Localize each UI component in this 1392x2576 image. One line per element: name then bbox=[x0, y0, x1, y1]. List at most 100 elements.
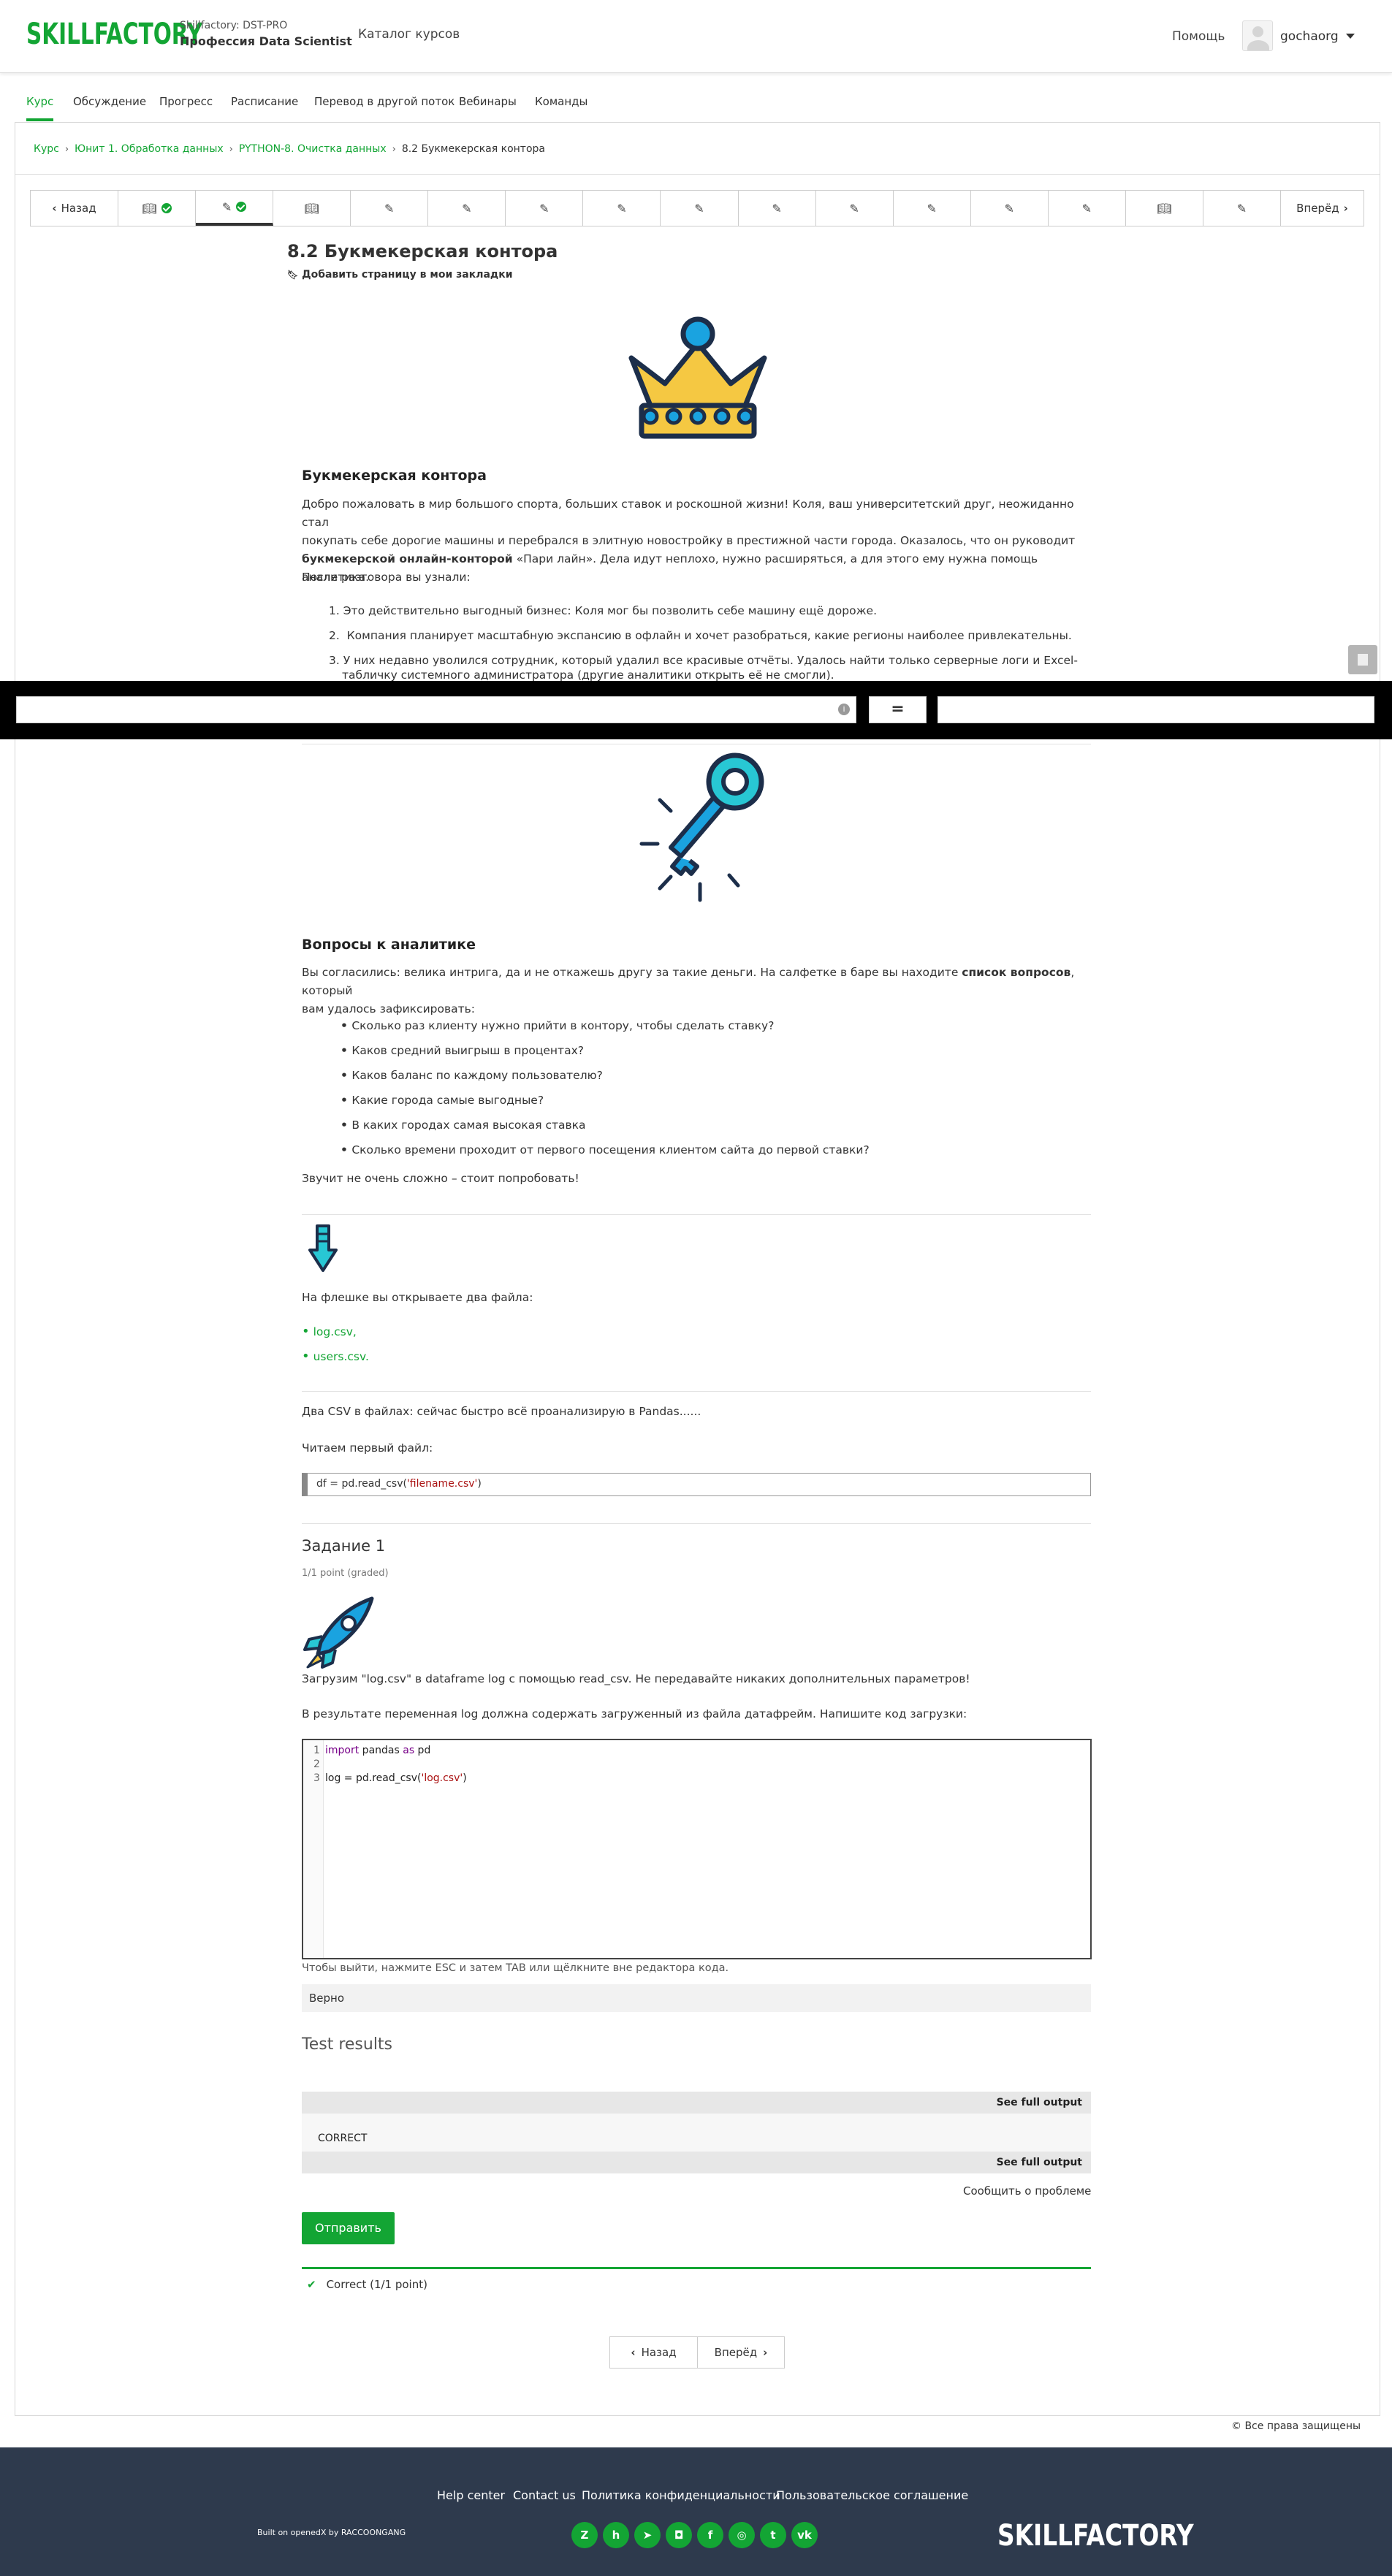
intro-bold: букмекерской онлайн-конторой bbox=[302, 552, 513, 565]
sequence-unit-button[interactable]: ✎ bbox=[428, 191, 506, 226]
chat-icon[interactable]: ◘ bbox=[666, 2522, 692, 2548]
list-item: • Какие города самые выгодные? bbox=[341, 1094, 544, 1107]
chevron-left-icon: ‹ bbox=[52, 202, 57, 215]
finding-text: Компания планирует масштабную экспансию … bbox=[346, 629, 1072, 642]
twitter-icon[interactable]: t bbox=[760, 2522, 786, 2548]
edit-icon: ✎ bbox=[1081, 201, 1092, 216]
file-link-log[interactable]: log.csv, bbox=[313, 1325, 357, 1338]
sequence-next-button[interactable]: Вперёд › bbox=[1281, 191, 1364, 226]
telegram-icon[interactable]: ➤ bbox=[634, 2522, 661, 2548]
tab-transfer[interactable]: Перевод в другой поток bbox=[314, 80, 455, 121]
equals-button[interactable]: = bbox=[869, 696, 927, 723]
edit-icon: ✎ bbox=[927, 201, 937, 216]
code-token: as bbox=[403, 1745, 415, 1756]
code-token: import bbox=[325, 1745, 360, 1756]
code-token: pandas bbox=[359, 1745, 403, 1756]
tab-progress[interactable]: Прогресс bbox=[159, 80, 213, 121]
see-full-output-button[interactable]: See full output bbox=[302, 2092, 1091, 2114]
page-title: 8.2 Букмекерская контора bbox=[287, 241, 558, 262]
pager-prev-button[interactable]: ‹ Назад bbox=[610, 2337, 698, 2368]
bookmark-label: Добавить страницу в мои закладки bbox=[302, 269, 513, 281]
report-problem-link[interactable]: Сообщить о проблеме bbox=[963, 2184, 1091, 2198]
sequence-unit-button[interactable]: ✎ bbox=[351, 191, 429, 226]
footer-privacy[interactable]: Политика конфиденциальности bbox=[582, 2488, 780, 2502]
breadcrumb: Курс › Юнит 1. Обработка данных › PYTHON-8. … bbox=[34, 143, 545, 155]
skillfactory-logo[interactable]: SKILLFACTORY bbox=[26, 18, 202, 51]
footer-terms[interactable]: Пользовательское соглашение bbox=[776, 2488, 968, 2502]
pager-next-button[interactable]: Вперёд › bbox=[698, 2337, 784, 2368]
questions-bold: список вопросов bbox=[962, 966, 1071, 979]
avatar[interactable] bbox=[1242, 20, 1273, 51]
sequence-unit-button[interactable]: ✎ bbox=[816, 191, 894, 226]
verdict-message: Верно bbox=[302, 1984, 1091, 2012]
file-link-users[interactable]: users.csv. bbox=[313, 1350, 369, 1363]
code-editor[interactable]: 1 import pandas as pd 2 3 log = pd.read_csv(… bbox=[302, 1739, 1092, 1959]
info-icon[interactable]: i bbox=[838, 704, 850, 715]
instagram-icon[interactable]: ◎ bbox=[729, 2522, 755, 2548]
list-item: • Каков средний выигрыш в процентах? bbox=[341, 1044, 584, 1057]
sequence-unit-button[interactable]: ✎ bbox=[506, 191, 584, 226]
sequence-unit-button[interactable]: ✎ bbox=[1203, 191, 1281, 226]
sequence-unit-button[interactable]: ✎ bbox=[196, 191, 274, 226]
sequence-unit-button[interactable]: 📖︎ bbox=[273, 191, 351, 226]
sequence-unit-button[interactable]: ✎ bbox=[971, 191, 1049, 226]
sequence-prev-label: Назад bbox=[61, 202, 96, 215]
course-panel: Курс › Юнит 1. Обработка данных › PYTHON-8. … bbox=[15, 122, 1380, 2416]
tab-discussion[interactable]: Обсуждение bbox=[73, 80, 146, 121]
breadcrumb-course[interactable]: Курс bbox=[34, 143, 59, 155]
footer-contact-us[interactable]: Contact us bbox=[513, 2488, 576, 2502]
catalog-link[interactable]: Каталог курсов bbox=[358, 27, 460, 42]
bookmark-button[interactable]: 🔖︎ Добавить страницу в мои закладки bbox=[287, 269, 1076, 281]
finding-text: У них недавно уволился сотрудник, которы… bbox=[343, 654, 1078, 667]
list-item: • log.csv, bbox=[302, 1324, 357, 1339]
chevron-right-icon: › bbox=[1343, 202, 1348, 215]
tab-course[interactable]: Курс bbox=[26, 80, 54, 121]
key-illustration bbox=[639, 752, 764, 902]
sequence-unit-button[interactable]: 📖︎ bbox=[1126, 191, 1203, 226]
tab-webinars[interactable]: Вебинары bbox=[459, 80, 517, 121]
habr-icon[interactable]: h bbox=[603, 2522, 629, 2548]
list-item: 1. Это действительно выгодный бизнес: Ко… bbox=[329, 604, 877, 617]
footer-logo[interactable]: SKILLFACTORY bbox=[997, 2519, 1194, 2553]
breadcrumb-unit[interactable]: Юнит 1. Обработка данных bbox=[75, 143, 224, 155]
question-text: Сколько времени проходит от первого посе… bbox=[351, 1143, 870, 1156]
sequence-unit-button[interactable]: ✎ bbox=[1049, 191, 1126, 226]
sequence-prev-button[interactable]: ‹ Назад bbox=[31, 191, 118, 226]
username[interactable]: gochaorg bbox=[1280, 29, 1339, 44]
pager-next-label: Вперёд bbox=[714, 2346, 758, 2359]
expression-input[interactable]: i bbox=[16, 696, 856, 723]
code-snippet: df = pd.read_csv('filename.csv') bbox=[302, 1473, 1091, 1496]
vk-icon[interactable]: vk bbox=[791, 2522, 818, 2548]
sequence-unit-button[interactable]: ✎ bbox=[661, 191, 739, 226]
text: Вы согласились: велика интрига, да и не … bbox=[302, 966, 962, 979]
zen-icon[interactable]: Z bbox=[571, 2522, 598, 2548]
section-heading: Букмекерская контора bbox=[302, 468, 487, 484]
org-name: Skillfactory: DST-PRO bbox=[180, 20, 288, 31]
facebook-icon[interactable]: f bbox=[697, 2522, 723, 2548]
tab-teams[interactable]: Команды bbox=[535, 80, 587, 121]
help-link[interactable]: Помощь bbox=[1172, 29, 1225, 44]
question-text: Какие города самые выгодные? bbox=[351, 1094, 544, 1107]
sequence-unit-button[interactable]: ✎ bbox=[739, 191, 816, 226]
chevron-down-icon[interactable] bbox=[1346, 34, 1355, 39]
submit-button[interactable]: Отправить bbox=[302, 2212, 395, 2244]
rocket-illustration bbox=[303, 1596, 374, 1669]
calculator-icon[interactable] bbox=[1348, 645, 1377, 674]
edit-icon: ✎ bbox=[539, 201, 549, 216]
tab-schedule[interactable]: Расписание bbox=[231, 80, 298, 121]
unit-content: 8.2 Букмекерская контора 🔖︎ Добавить стр… bbox=[287, 241, 1076, 281]
footer-help-center[interactable]: Help center bbox=[437, 2488, 505, 2502]
finding-text: Это действительно выгодный бизнес: Коля … bbox=[343, 604, 877, 617]
breadcrumb-module[interactable]: PYTHON-8. Очистка данных bbox=[239, 143, 387, 155]
edit-icon: ✎ bbox=[849, 201, 859, 216]
sequence-unit-button[interactable]: ✎ bbox=[583, 191, 661, 226]
sequence-unit-button[interactable]: 📖︎ bbox=[118, 191, 197, 226]
see-full-output-button[interactable]: See full output bbox=[302, 2152, 1091, 2173]
sequence-nav: ‹ Назад 📖︎ ✎ 📖︎ ✎ ✎ ✎ ✎ ✎ ✎ ✎ ✎ ✎ ✎ 📖︎ ✎ Вперёд › bbox=[30, 190, 1364, 226]
edit-icon: ✎ bbox=[772, 201, 782, 216]
bottom-pager: ‹ Назад Вперёд › bbox=[609, 2336, 785, 2369]
divider bbox=[302, 1523, 1091, 1524]
divider bbox=[302, 1391, 1091, 1392]
sequence-unit-button[interactable]: ✎ bbox=[894, 191, 971, 226]
task-description-2: В результате переменная log должна содер… bbox=[302, 1707, 967, 1720]
